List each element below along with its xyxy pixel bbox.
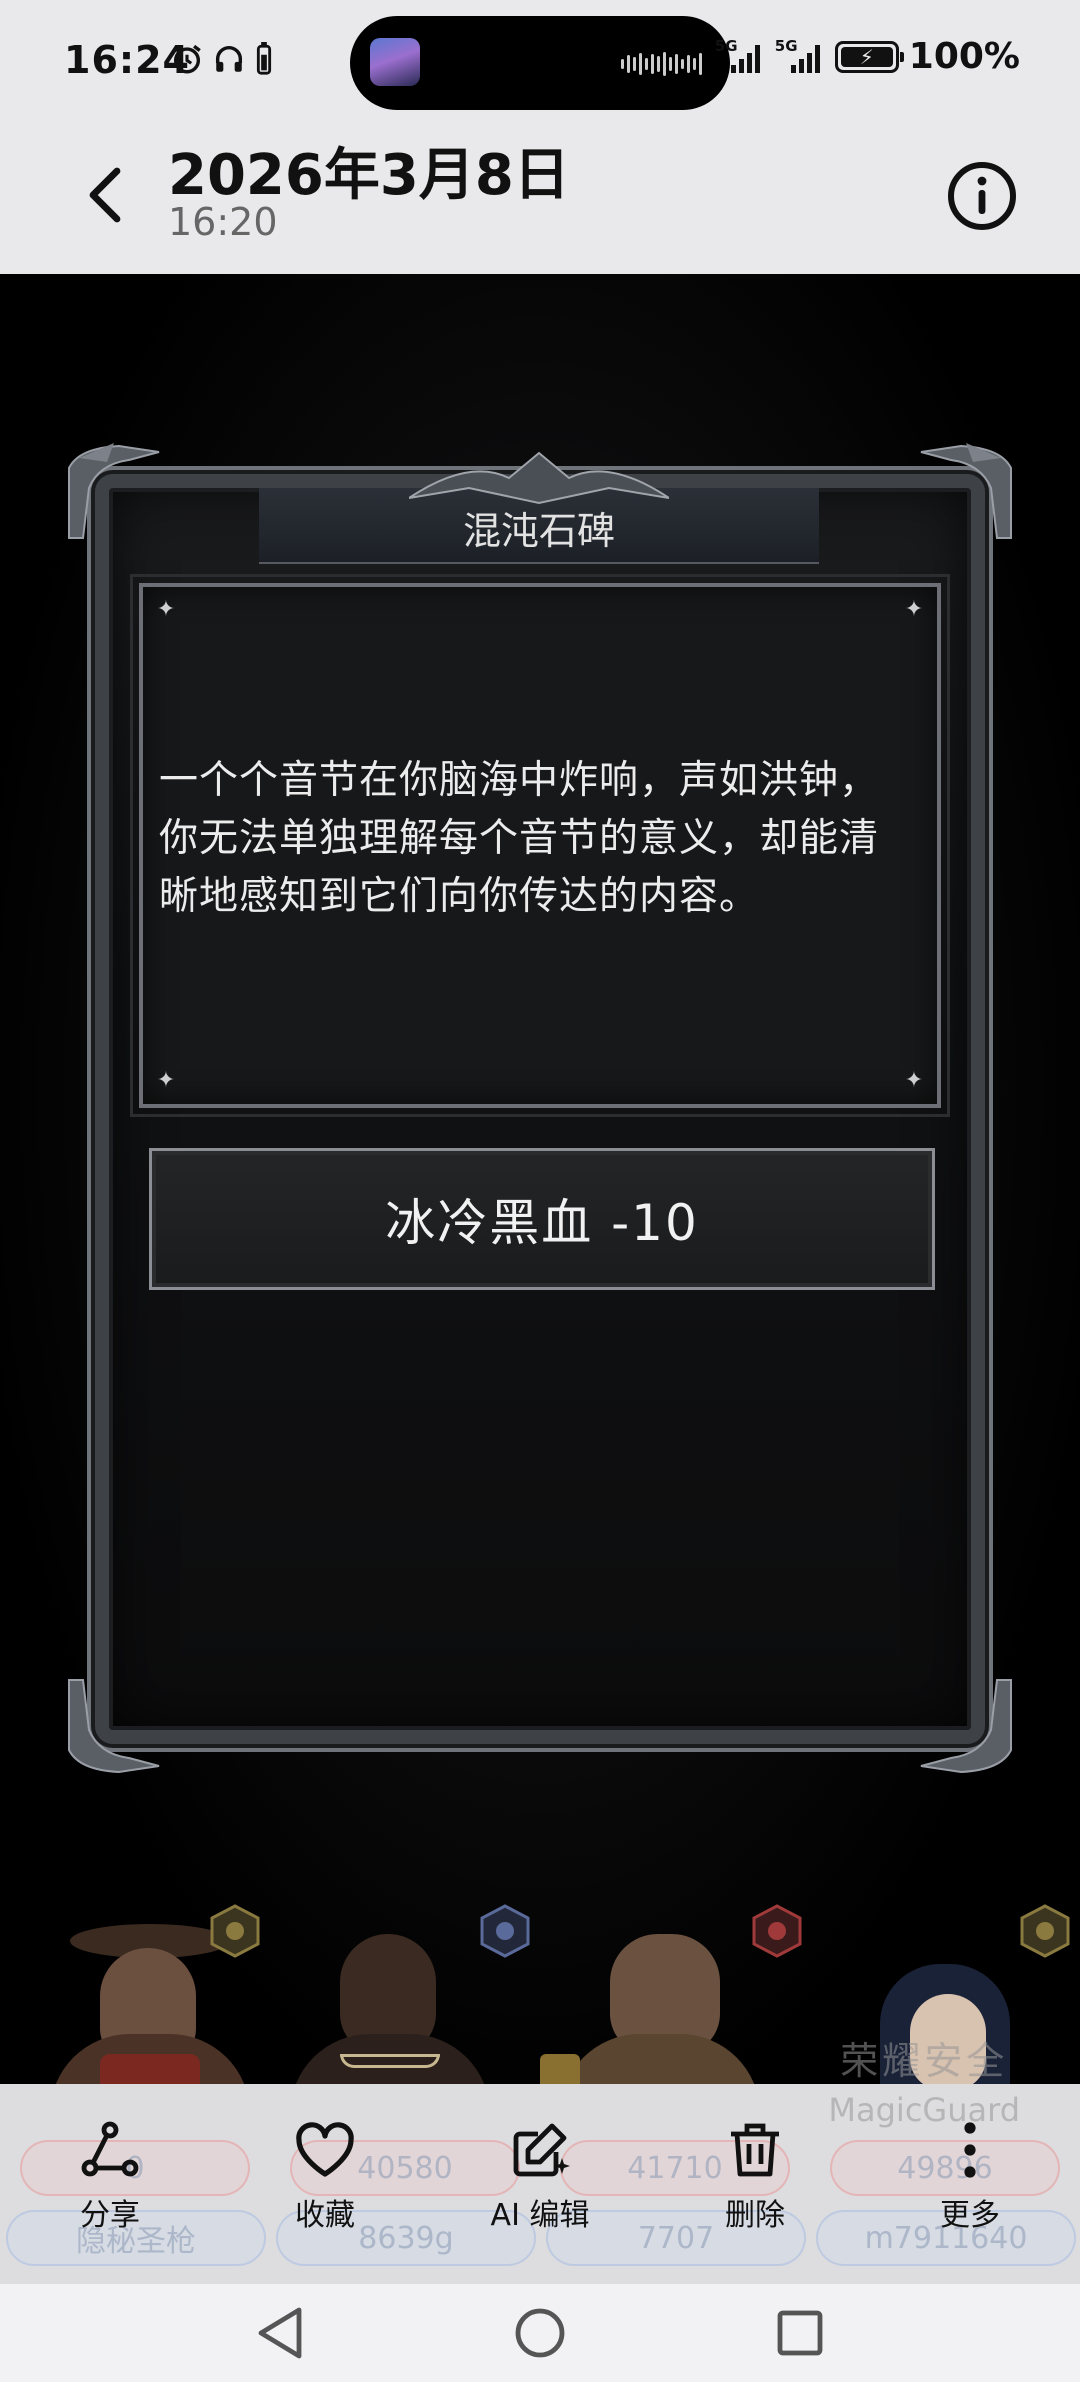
nav-back-button[interactable] — [250, 2303, 310, 2363]
option-label: 冰冷黑血 -10 — [385, 1194, 699, 1252]
delete-label: 删除 — [725, 2198, 785, 2233]
share-button[interactable]: 分享 — [20, 2118, 200, 2234]
status-icons-right: 5G 5G ⚡ 100% — [715, 36, 1020, 77]
option-button[interactable]: 冰冷黑血 -10 — [149, 1148, 935, 1290]
sparkle-icon: ✦ — [904, 597, 924, 622]
audio-waveform-icon — [621, 52, 702, 76]
sparkle-icon: ✦ — [156, 597, 176, 622]
status-icons-left — [170, 42, 274, 76]
cellular-signal-icon-2: 5G — [775, 37, 825, 77]
ornate-corner-icon — [68, 443, 160, 539]
status-bar: 16:24 5G 5G ⚡ 100% — [0, 0, 1080, 120]
battery-percent: 100% — [908, 36, 1020, 77]
battery-icon: ⚡ — [834, 40, 904, 73]
info-icon — [948, 162, 1016, 230]
crest-ornament-icon — [409, 451, 669, 505]
dynamic-island[interactable] — [350, 16, 730, 110]
more-button[interactable]: 更多 — [880, 2118, 1060, 2234]
nav-home-button[interactable] — [510, 2303, 570, 2363]
screenshot-image: 混沌石碑 ✦ ✦ ✦ ✦ 一个个音节在你脑海中炸响，声如洪钟，你无法单独理解每个… — [0, 274, 1080, 2084]
page-subtitle-time: 16:20 — [168, 200, 278, 244]
earbuds-battery-icon — [256, 42, 272, 75]
alarm-icon — [173, 44, 201, 74]
info-button[interactable] — [944, 158, 1020, 234]
class-badge-icon — [480, 1904, 530, 1958]
ornate-corner-icon — [68, 1679, 160, 1774]
photo-viewer-header: 2026年3月8日 16:20 — [0, 120, 1080, 274]
circle-home-icon — [515, 2308, 565, 2358]
music-album-art[interactable] — [370, 38, 420, 86]
more-label: 更多 — [940, 2198, 1000, 2233]
headphones-icon — [215, 46, 243, 72]
heart-icon — [296, 2122, 354, 2177]
chevron-left-icon — [89, 167, 121, 223]
magicguard-watermark: 荣耀安全 MagicGuard — [828, 2030, 1020, 2129]
class-badge-icon — [1020, 1904, 1070, 1958]
panel-title: 混沌石碑 — [462, 509, 615, 553]
sparkle-icon: ✦ — [904, 1068, 924, 1093]
story-text: 一个个音节在你脑海中炸响，声如洪钟，你无法单独理解每个音节的意义，却能清晰地感知… — [159, 758, 880, 919]
character-portrait — [270, 1904, 510, 2084]
class-badge-icon — [210, 1904, 260, 1958]
system-nav-bar — [0, 2284, 1080, 2382]
ai-edit-button[interactable]: AI 编辑 — [450, 2118, 630, 2234]
charging-bolt-icon: ⚡ — [859, 44, 874, 69]
ornate-corner-icon — [920, 443, 1012, 539]
ai-edit-label: AI 编辑 — [490, 2198, 590, 2233]
delete-button[interactable]: 删除 — [665, 2118, 845, 2234]
page-title: 2026年3月8日 — [168, 143, 570, 208]
ornate-corner-icon — [920, 1679, 1012, 1774]
chaos-stele-frame: 混沌石碑 ✦ ✦ ✦ ✦ 一个个音节在你脑海中炸响，声如洪钟，你无法单独理解每个… — [68, 443, 1012, 1774]
ai-edit-icon — [513, 2123, 570, 2177]
share-label: 分享 — [80, 2198, 140, 2233]
sparkle-icon: ✦ — [156, 1068, 176, 1093]
character-portrait — [540, 1904, 780, 2084]
panel-title-bar: 混沌石碑 — [259, 451, 819, 564]
favorite-label: 收藏 — [295, 2198, 355, 2233]
watermark-line1: 荣耀安全 — [840, 2039, 1009, 2083]
class-badge-icon — [752, 1904, 802, 1958]
square-recents-icon — [777, 2310, 823, 2356]
watermark-line2: MagicGuard — [828, 2091, 1020, 2129]
story-text-panel: ✦ ✦ ✦ ✦ 一个个音节在你脑海中炸响，声如洪钟，你无法单独理解每个音节的意义… — [130, 574, 950, 1117]
favorite-button[interactable]: 收藏 — [235, 2118, 415, 2234]
back-button[interactable] — [70, 160, 140, 230]
triangle-back-icon — [258, 2307, 302, 2359]
trash-icon — [731, 2123, 779, 2177]
share-icon — [81, 2121, 139, 2177]
cellular-signal-icon-1: 5G — [715, 37, 765, 77]
nav-recents-button[interactable] — [770, 2303, 830, 2363]
